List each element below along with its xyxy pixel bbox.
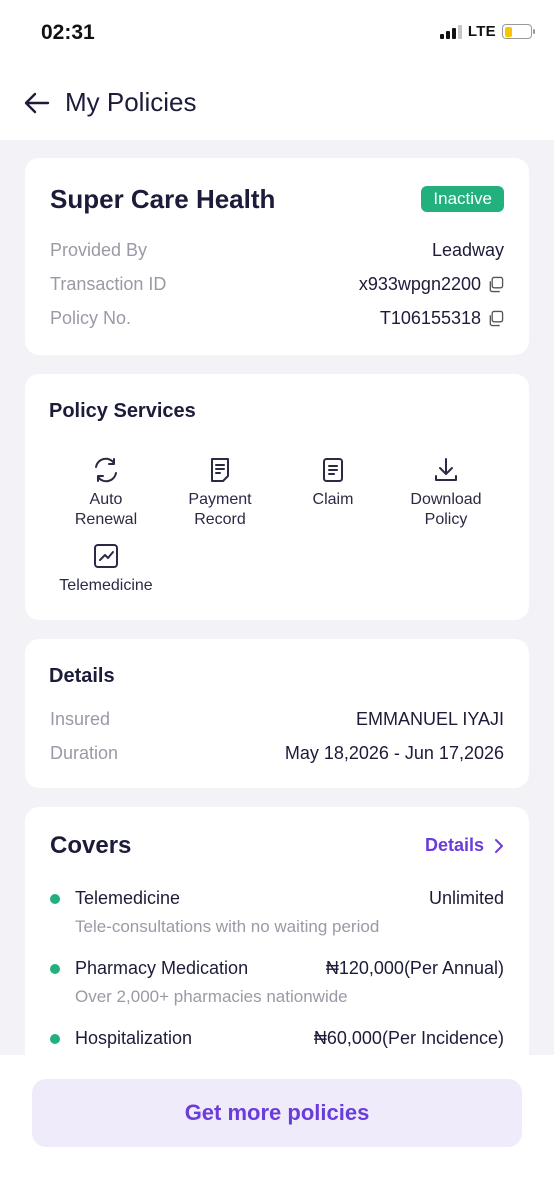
policy-number-row: Policy No. T106155318 bbox=[50, 308, 504, 329]
service-download-policy[interactable]: Download Policy bbox=[391, 456, 501, 530]
duration-row: Duration May 18,2026 - Jun 17,2026 bbox=[50, 743, 504, 764]
provider-row: Provided By Leadway bbox=[50, 240, 504, 261]
status-indicators: LTE bbox=[439, 23, 535, 40]
status-dot bbox=[50, 1033, 60, 1044]
copy-icon[interactable] bbox=[487, 310, 504, 327]
status-badge: Inactive bbox=[421, 186, 504, 212]
page-title: My Policies bbox=[65, 87, 197, 117]
cover-description: Over 2,000+ pharmacies nationwide bbox=[75, 987, 348, 1006]
transaction-label: Transaction ID bbox=[50, 274, 167, 294]
cover-amount: Unlimited bbox=[428, 888, 504, 908]
status-dot bbox=[50, 893, 60, 904]
policy-number-value-group: T106155318 bbox=[380, 308, 504, 329]
service-telemedicine[interactable]: Telemedicine bbox=[51, 542, 161, 596]
bottom-bar: Get more policies bbox=[0, 1055, 554, 1200]
app-header: My Policies bbox=[0, 66, 554, 140]
status-bar: 02:31 LTE bbox=[0, 0, 554, 66]
cover-amount: ₦120,000(Per Annual) bbox=[325, 958, 504, 978]
insured-row: Insured EMMANUEL IYAJI bbox=[50, 709, 504, 730]
transaction-value-group: x933wpgn2200 bbox=[359, 274, 504, 295]
cover-name: Hospitalization bbox=[75, 1028, 193, 1048]
policy-number-label: Policy No. bbox=[50, 308, 132, 328]
transaction-row: Transaction ID x933wpgn2200 bbox=[50, 274, 504, 295]
document-icon bbox=[323, 458, 343, 482]
policy-name: Super Care Health bbox=[50, 184, 276, 214]
covers-details-label: Details bbox=[424, 835, 484, 855]
signal-icon bbox=[439, 24, 462, 39]
service-label: Download bbox=[410, 491, 482, 508]
covers-card: Covers Details Telemedicine Unlimited Te… bbox=[25, 807, 529, 1067]
service-label: Payment bbox=[188, 491, 252, 508]
back-button[interactable] bbox=[20, 86, 54, 120]
battery-icon bbox=[502, 24, 535, 39]
service-label: Telemedicine bbox=[59, 577, 153, 594]
refresh-icon bbox=[95, 457, 117, 483]
get-more-policies-button[interactable]: Get more policies bbox=[32, 1079, 522, 1147]
service-label: Claim bbox=[312, 491, 354, 508]
service-claim[interactable]: Claim bbox=[278, 456, 388, 510]
back-arrow-icon bbox=[24, 92, 50, 114]
service-label: Renewal bbox=[74, 511, 138, 528]
cover-amount: ₦60,000(Per Incidence) bbox=[313, 1028, 504, 1048]
duration-value: May 18,2026 - Jun 17,2026 bbox=[284, 743, 504, 763]
details-card: Details Insured EMMANUEL IYAJI Duration … bbox=[25, 639, 529, 788]
transaction-value: x933wpgn2200 bbox=[358, 274, 481, 294]
network-label: LTE bbox=[467, 23, 496, 40]
covers-details-link[interactable]: Details bbox=[425, 835, 504, 856]
provider-value: Leadway bbox=[431, 240, 504, 260]
cover-description: Tele-consultations with no waiting perio… bbox=[75, 917, 380, 936]
provider-label: Provided By bbox=[50, 240, 148, 260]
cover-name: Telemedicine bbox=[75, 888, 181, 908]
receipt-icon bbox=[211, 458, 229, 482]
policy-card: Super Care Health Inactive Provided By L… bbox=[25, 158, 529, 355]
service-auto-renewal[interactable]: Auto Renewal bbox=[51, 456, 161, 530]
copy-icon[interactable] bbox=[487, 276, 504, 293]
insured-value: EMMANUEL IYAJI bbox=[355, 709, 504, 729]
service-label: Policy bbox=[424, 511, 468, 528]
duration-label: Duration bbox=[50, 743, 119, 763]
cover-item-pharmacy: Pharmacy Medication ₦120,000(Per Annual)… bbox=[50, 958, 504, 1007]
cover-name: Pharmacy Medication bbox=[75, 958, 249, 978]
policy-services-card: Policy Services Auto Renewal Payment Rec… bbox=[25, 374, 529, 620]
services-title: Policy Services bbox=[49, 400, 196, 422]
policy-number-value: T106155318 bbox=[379, 308, 481, 328]
cover-item-telemedicine: Telemedicine Unlimited Tele-consultation… bbox=[50, 888, 504, 937]
covers-title: Covers bbox=[50, 832, 132, 859]
cover-item-hospitalization: Hospitalization ₦60,000(Per Incidence) bbox=[50, 1028, 504, 1049]
chart-icon bbox=[94, 544, 118, 568]
details-title: Details bbox=[49, 665, 115, 687]
service-label: Auto bbox=[89, 491, 123, 508]
download-icon bbox=[435, 458, 457, 481]
service-label: Record bbox=[194, 511, 246, 528]
insured-label: Insured bbox=[50, 709, 111, 729]
chevron-right-icon bbox=[495, 838, 503, 853]
status-time: 02:31 bbox=[41, 21, 95, 44]
status-dot bbox=[50, 963, 60, 974]
service-payment-record[interactable]: Payment Record bbox=[165, 456, 275, 530]
